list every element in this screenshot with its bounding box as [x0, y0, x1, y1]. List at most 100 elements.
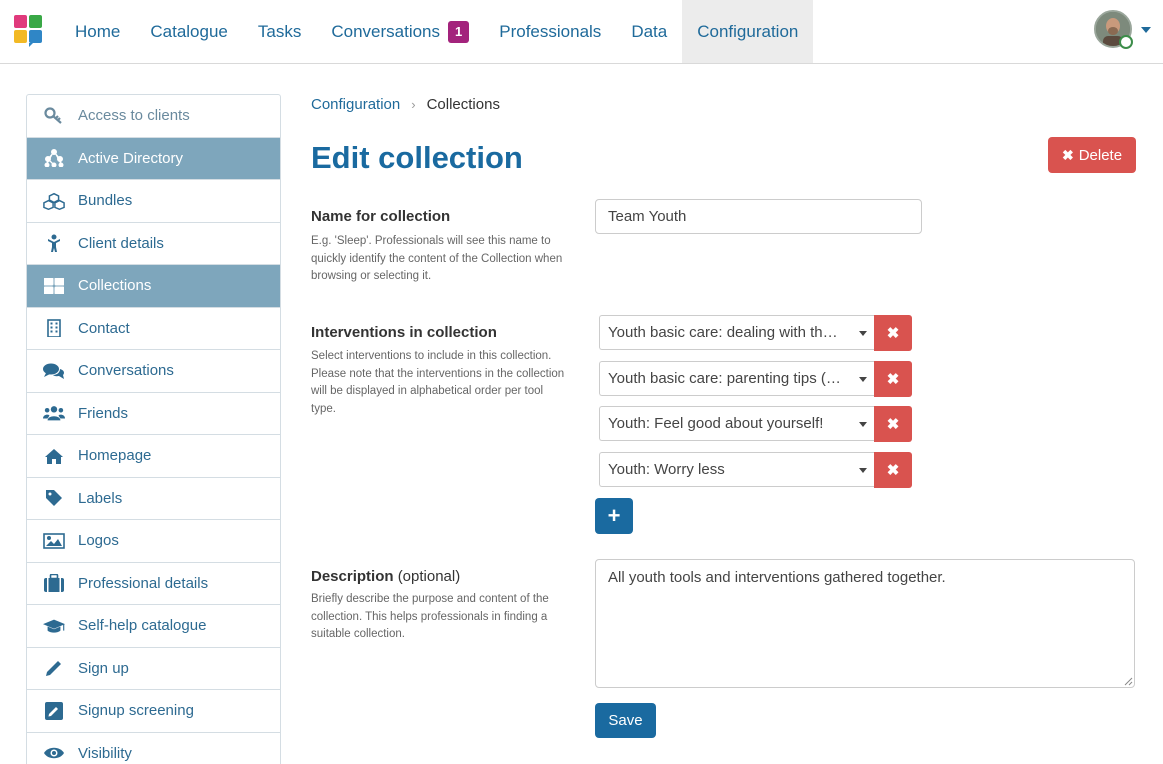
sidebar-item-label: Visibility — [78, 744, 132, 762]
building-icon — [43, 318, 65, 338]
sidebar-item-self-help-catalogue[interactable]: Self-help catalogue — [27, 605, 280, 648]
nav-catalogue[interactable]: Catalogue — [135, 0, 243, 63]
edit-icon — [43, 701, 65, 721]
intervention-select[interactable]: Youth: Worry less — [599, 452, 874, 487]
sidebar-item-label: Homepage — [78, 447, 152, 465]
sidebar-item-contact[interactable]: Contact — [27, 308, 280, 350]
nav-data[interactable]: Data — [616, 0, 682, 63]
save-button-label: Save — [608, 712, 643, 729]
sidebar-item-access-to-clients[interactable]: Access to clients — [27, 95, 280, 138]
online-status-icon — [1119, 35, 1133, 49]
nav-configuration-label: Configuration — [697, 21, 799, 41]
child-icon — [43, 233, 65, 253]
chevron-down-icon — [1141, 27, 1151, 33]
key-icon — [43, 106, 65, 126]
breadcrumb: Configuration › Collections — [311, 96, 500, 113]
remove-intervention-button[interactable]: ✖ — [874, 452, 912, 488]
sidebar-item-sign-up[interactable]: Sign up — [27, 648, 280, 690]
sidebar-item-label: Signup screening — [78, 702, 194, 720]
image-icon — [43, 531, 65, 551]
intervention-select-value: Youth basic care: dealing with th… — [608, 324, 838, 341]
nav-catalogue-label: Catalogue — [150, 21, 228, 41]
sidebar-item-label: Friends — [78, 404, 129, 422]
intervention-select[interactable]: Youth basic care: parenting tips (… — [599, 361, 874, 396]
sidebar-item-homepage[interactable]: Homepage — [27, 435, 280, 478]
user-menu[interactable] — [1094, 10, 1151, 50]
sidebar-item-professional-details[interactable]: Professional details — [27, 563, 280, 605]
intervention-row: Youth: Worry less ✖ — [599, 452, 912, 488]
interventions-help: Select interventions to include in this … — [311, 350, 565, 415]
intervention-row: Youth basic care: dealing with th… ✖ — [599, 315, 912, 351]
eye-icon — [43, 743, 65, 763]
nav-data-label: Data — [631, 21, 668, 41]
comments-icon — [43, 361, 65, 381]
breadcrumb-configuration-link[interactable]: Configuration — [311, 96, 400, 113]
users-icon — [43, 403, 65, 423]
sidebar-item-label: Collections — [78, 277, 152, 295]
sidebar-item-collections[interactable]: Collections — [27, 265, 280, 308]
description-optional: (optional) — [397, 568, 461, 585]
nav-home[interactable]: Home — [60, 0, 135, 63]
description-label-text: Description — [311, 568, 394, 585]
intervention-select[interactable]: Youth basic care: dealing with th… — [599, 315, 874, 350]
sidebar-item-visibility[interactable]: Visibility — [27, 733, 280, 764]
name-field-help: E.g. 'Sleep'. Professionals will see thi… — [311, 235, 563, 282]
remove-intervention-button[interactable]: ✖ — [874, 406, 912, 442]
close-icon: ✖ — [886, 371, 900, 388]
remove-intervention-button[interactable]: ✖ — [874, 361, 912, 397]
description-textarea[interactable]: All youth tools and interventions gather… — [595, 559, 1135, 688]
sidebar-item-label: Sign up — [78, 659, 129, 677]
sidebar-item-bundles[interactable]: Bundles — [27, 180, 280, 223]
briefcase-icon — [43, 573, 65, 593]
resize-handle-icon[interactable] — [1124, 677, 1133, 686]
sidebar-item-label: Conversations — [78, 362, 174, 380]
name-field-label: Name for collection — [311, 208, 451, 225]
caret-down-icon — [859, 331, 867, 336]
interventions-label: Interventions in collection — [311, 324, 497, 341]
intervention-row: Youth basic care: parenting tips (… ✖ — [599, 361, 912, 397]
conversations-count-badge: 1 — [448, 20, 470, 43]
page-title: Edit collection — [311, 140, 523, 175]
intervention-select[interactable]: Youth: Feel good about yourself! — [599, 406, 874, 441]
save-button[interactable]: Save — [595, 703, 656, 738]
th-large-icon — [43, 276, 65, 296]
intervention-select-value: Youth basic care: parenting tips (… — [608, 370, 841, 387]
sidebar-item-signup-screening[interactable]: Signup screening — [27, 690, 280, 733]
collection-name-input[interactable] — [595, 199, 922, 234]
sidebar-item-active-directory[interactable]: Active Directory — [27, 137, 280, 180]
sidebar-item-friends[interactable]: Friends — [27, 393, 280, 435]
sidebar-item-label: Contact — [78, 319, 130, 337]
graduation-cap-icon — [43, 616, 65, 636]
sidebar-item-label: Access to clients — [78, 107, 190, 125]
home-icon — [43, 446, 65, 466]
caret-down-icon — [859, 377, 867, 382]
delete-button[interactable]: ✖ Delete — [1048, 137, 1136, 173]
intervention-select-value: Youth: Feel good about yourself! — [608, 415, 824, 432]
close-icon: ✖ — [1061, 146, 1074, 163]
caret-down-icon — [859, 468, 867, 473]
nav-professionals[interactable]: Professionals — [484, 0, 616, 63]
sidebar-item-logos[interactable]: Logos — [27, 520, 280, 563]
sidebar-item-labels[interactable]: Labels — [27, 478, 280, 520]
nav-configuration[interactable]: Configuration — [682, 0, 814, 63]
intervention-select-value: Youth: Worry less — [608, 461, 725, 478]
nav-conversations[interactable]: Conversations 1 — [316, 0, 484, 63]
nav-home-label: Home — [75, 21, 121, 41]
remove-intervention-button[interactable]: ✖ — [874, 315, 912, 351]
sidebar-item-label: Self-help catalogue — [78, 617, 207, 635]
cubes-icon — [43, 191, 65, 211]
nav-tasks[interactable]: Tasks — [243, 0, 316, 63]
sidebar-item-label: Professional details — [78, 574, 209, 592]
close-icon: ✖ — [886, 416, 900, 433]
sidebar-item-conversations[interactable]: Conversations — [27, 350, 280, 393]
app-logo[interactable] — [14, 15, 44, 47]
sitemap-icon — [43, 148, 65, 168]
sidebar-item-label: Client details — [78, 234, 164, 252]
delete-button-label: Delete — [1078, 146, 1123, 164]
sidebar-item-client-details[interactable]: Client details — [27, 223, 280, 265]
add-intervention-button[interactable]: + — [595, 498, 633, 534]
plus-icon: + — [607, 503, 621, 528]
sidebar-item-label: Bundles — [78, 192, 133, 210]
top-navbar: Home Catalogue Tasks Conversations 1 Prof… — [0, 0, 1163, 64]
pencil-icon — [43, 658, 65, 678]
